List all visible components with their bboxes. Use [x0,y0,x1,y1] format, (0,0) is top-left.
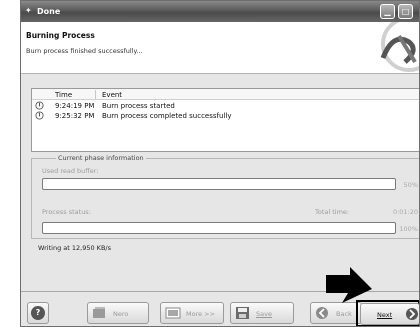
page-title: Burning Process [26,31,95,40]
log-header: Time Event [32,89,419,100]
nero-button-label: Nero [113,310,129,318]
current-phase-group: Current phase information Used read buff… [31,154,419,239]
save-icon [236,307,249,319]
buffer-progress-bar [42,178,396,190]
status-label: Process status: [42,208,91,216]
total-time-value: 0:01:20 [392,208,418,216]
total-time-label: Total time: [315,208,350,216]
log-time: 9:25:32 PM [55,112,95,120]
page-subtitle: Burn process finished successfully... [26,47,143,55]
window-title: Done [37,7,61,16]
more-button[interactable]: More >> [160,302,224,324]
nero-express-icon [93,307,105,318]
column-event-header[interactable]: Event [102,91,122,99]
save-button[interactable]: Save [230,302,294,324]
next-arrow-icon [406,308,418,320]
app-icon: ✦ [25,6,32,15]
pointer-arrow-icon [326,267,372,303]
back-arrow-icon [316,307,328,319]
log-event: Burn process completed successfully [102,112,232,120]
log-row[interactable]: 9:25:32 PM Burn process completed succes… [32,111,419,121]
maximize-button[interactable]: □ [398,4,413,19]
buffer-label: Used read buffer: [42,167,99,175]
title-bar: ✦ Done ▁ □ [21,1,419,22]
back-button[interactable]: Back [310,302,362,324]
back-button-label: Back [336,310,352,318]
column-time-header[interactable]: Time [55,91,72,99]
save-button-label: Save [256,310,272,318]
log-time: 9:24:19 PM [55,102,95,110]
log-row[interactable]: 9:24:19 PM Burn process started [32,101,419,111]
burn-wizard-window: ✦ Done ▁ □ Burning Process Burn process … [20,0,420,327]
event-log-list[interactable]: Time Event 9:24:19 PM Burn process start… [31,88,419,152]
info-icon [35,111,44,120]
status-progress-bar [42,222,396,234]
more-icon [165,307,181,319]
help-button[interactable]: ? [27,302,49,324]
info-icon [35,101,44,110]
minimize-button[interactable]: ▁ [380,4,395,19]
next-button[interactable]: Next [360,303,419,325]
writing-speed-text: Writing at 12,950 KB/s [38,244,111,252]
next-button-label: Next [377,311,393,319]
more-button-label: More >> [186,310,216,318]
status-percent: 100% [399,225,418,233]
buffer-percent: 50% [403,181,418,189]
group-legend: Current phase information [56,154,146,162]
wizard-header: Burning Process Burn process finished su… [21,22,419,74]
nero-logo-icon [380,22,419,72]
help-icon: ? [31,306,45,320]
column-divider [95,90,96,99]
nero-button[interactable]: Nero [87,302,149,324]
log-event: Burn process started [102,102,175,110]
